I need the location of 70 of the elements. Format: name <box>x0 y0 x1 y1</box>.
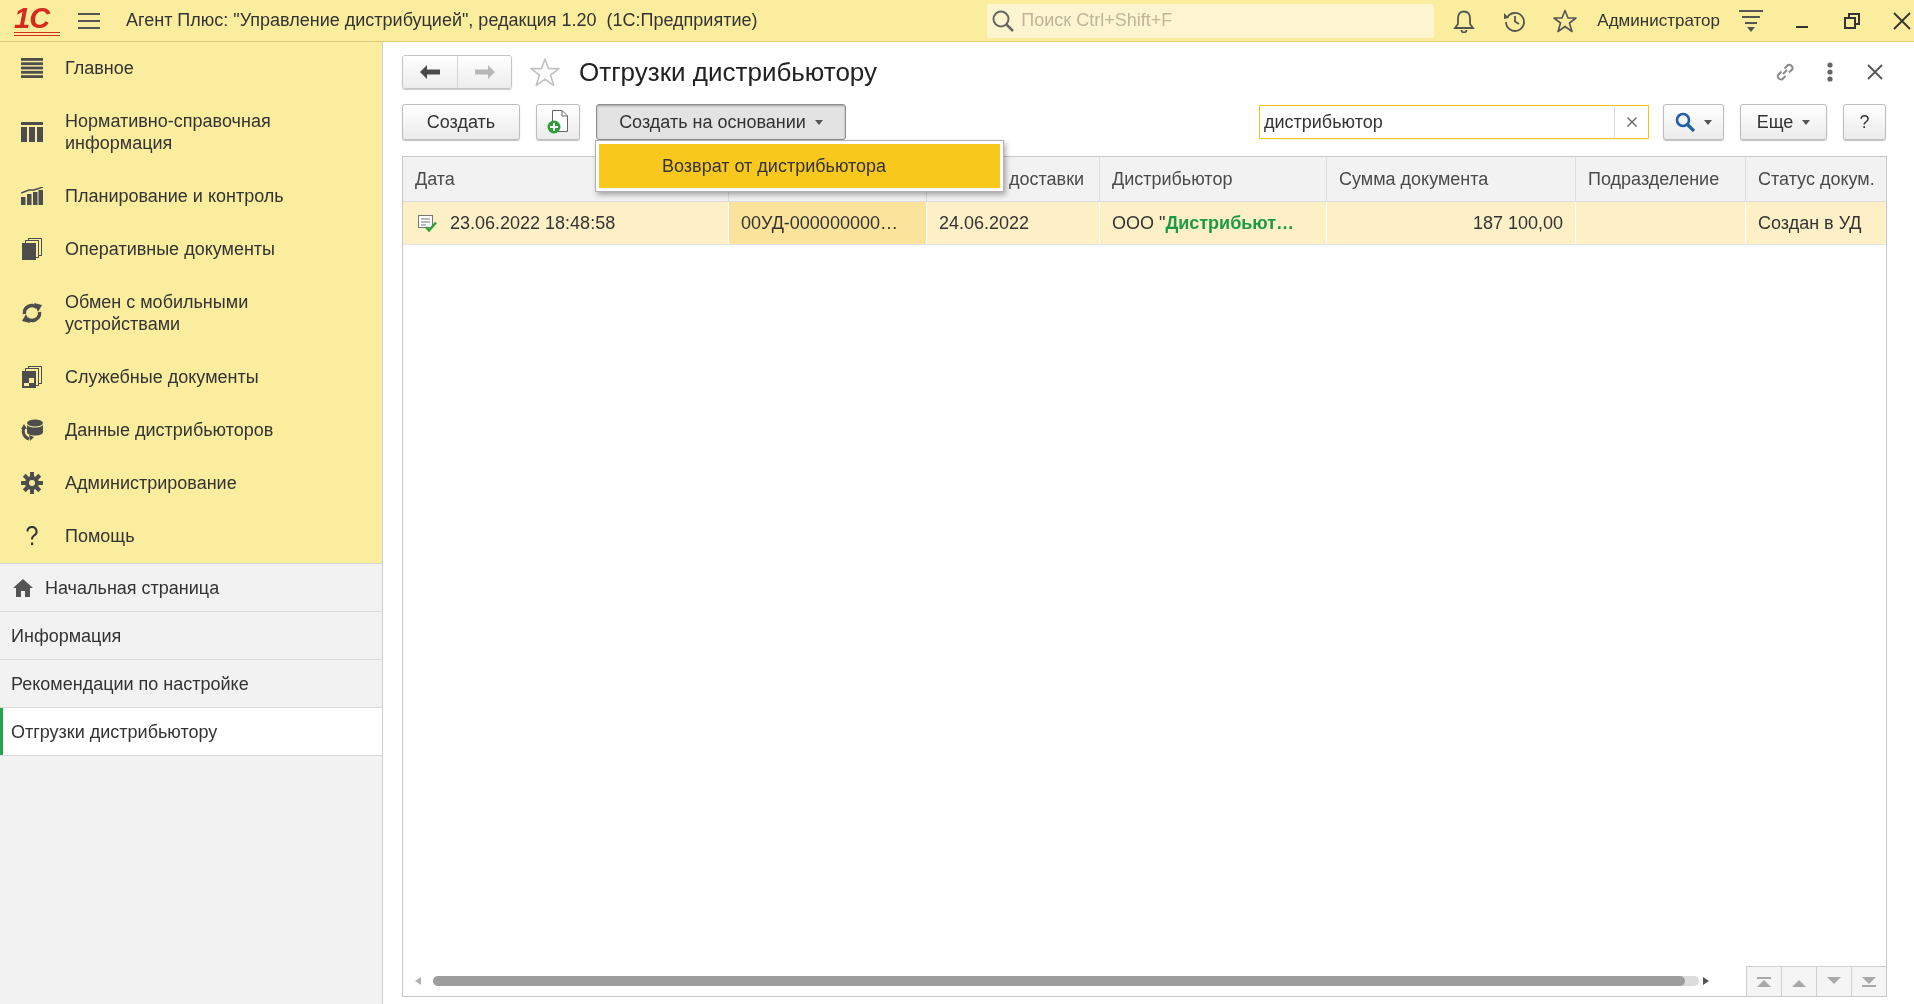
open-window-tab[interactable]: Отгрузки дистрибьютору <box>0 708 382 756</box>
back-button[interactable] <box>403 56 457 88</box>
form-title: Отгрузки дистрибьютору <box>579 56 878 88</box>
settings-icon <box>21 472 43 494</box>
search-field[interactable]: дистрибьютор <box>1259 105 1614 139</box>
document-stack-icon <box>22 366 42 388</box>
menu-icon[interactable] <box>78 12 100 29</box>
search-icon <box>1675 112 1695 132</box>
column-header[interactable]: Сумма документа <box>1339 168 1489 190</box>
table-cell: 00УД-000000000… <box>729 202 927 244</box>
section-link[interactable]: Главное <box>0 42 382 95</box>
document-plus-icon <box>547 110 569 134</box>
columns-icon <box>21 122 43 142</box>
close-icon[interactable] <box>1867 64 1883 80</box>
star-icon[interactable] <box>1553 8 1578 33</box>
help-icon <box>26 526 38 546</box>
more-button[interactable]: Еще <box>1740 104 1827 140</box>
section-link[interactable]: Обмен с мобильными устройствами <box>0 276 382 351</box>
documents-icon <box>22 238 42 260</box>
app-logo: 1С <box>14 5 60 36</box>
open-window-tab[interactable]: Начальная страница <box>0 564 382 612</box>
section-link[interactable]: Оперативные документы <box>0 223 382 276</box>
home-icon <box>13 578 33 597</box>
sync-icon <box>21 302 43 324</box>
user-name[interactable]: Администратор <box>1597 10 1720 31</box>
down-triangle-icon <box>1827 976 1841 987</box>
window-title: Агент Плюс: "Управление дистрибуцией", редакция 1.20 (1С:Предприятие) <box>126 10 759 31</box>
bar-up-triangle-icon <box>1757 976 1771 987</box>
help-button[interactable]: ? <box>1843 104 1886 140</box>
search-button[interactable] <box>1663 104 1724 140</box>
table-cell: 24.06.2022 <box>927 202 1100 244</box>
forward-arrow-icon <box>474 65 495 79</box>
database-icon <box>21 419 43 441</box>
column-header[interactable]: Подразделение <box>1588 168 1720 190</box>
section-link[interactable]: Планирование и контроль <box>0 170 382 223</box>
table-row[interactable]: 23.06.2022 18:48:58 00УД-000000000… 24.06.2022 ООО "Дистрибьют… 187 100,00 Создан в УД <box>403 202 1886 245</box>
cell-text: 23.06.2022 18:48:58 <box>450 212 616 234</box>
bar-chart-icon <box>21 187 43 205</box>
create-button[interactable]: Создать <box>402 104 520 140</box>
document-check-icon <box>418 214 437 232</box>
section-link[interactable]: Администрирование <box>0 457 382 510</box>
clear-icon <box>1626 117 1637 127</box>
scroll-right-icon[interactable] <box>1703 977 1709 985</box>
favorite-star-icon[interactable] <box>530 57 560 87</box>
caret-icon <box>1802 119 1811 125</box>
search-field[interactable]: Поиск Ctrl+Shift+F <box>987 3 1435 38</box>
caret-icon <box>1704 119 1712 125</box>
column-header[interactable]: Дата <box>415 168 455 190</box>
menu-item[interactable]: Возврат от дистрибьютора <box>599 144 1000 188</box>
down-triangle-bar-icon <box>1862 976 1876 987</box>
section-link[interactable]: Служебные документы <box>0 351 382 404</box>
add-document-button[interactable] <box>536 104 580 140</box>
back-arrow-icon <box>420 65 440 79</box>
column-header[interactable]: Статус докум. <box>1758 168 1875 190</box>
column-header[interactable]: Дистрибьютор <box>1112 168 1233 190</box>
search-icon <box>992 9 1015 32</box>
section-link[interactable]: Данные дистрибьюторов <box>0 404 382 457</box>
open-window-tab[interactable]: Информация <box>0 612 382 660</box>
create-based-on-button[interactable]: Создать на основании <box>596 104 846 140</box>
column-header[interactable]: доставки <box>1009 168 1085 190</box>
table-cell-text: Создан в УД <box>1757 211 1863 235</box>
list-icon <box>21 58 43 78</box>
caret-icon <box>814 119 823 125</box>
table-cell: 187 100,00 <box>1327 202 1576 244</box>
menu-dropdown-icon[interactable] <box>1739 9 1763 32</box>
table-cell: ООО "Дистрибьют… <box>1100 202 1327 244</box>
bell-icon[interactable] <box>1452 8 1477 33</box>
more-vertical-icon[interactable] <box>1827 62 1833 82</box>
section-link[interactable]: Нормативно-справочная информация <box>0 95 382 170</box>
section-link[interactable]: Помощь <box>0 510 382 563</box>
